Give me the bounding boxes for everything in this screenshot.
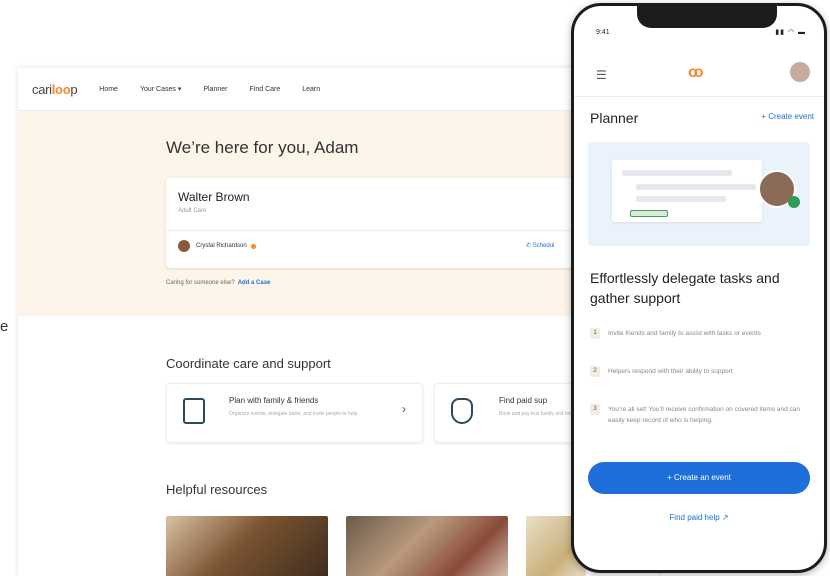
clipboard-icon <box>183 398 205 424</box>
tile-desc: Organize events, delegate tasks, and inv… <box>229 411 358 417</box>
create-event-button[interactable]: + Create an event <box>588 462 810 494</box>
resources-section-title: Helpful resources <box>166 482 268 497</box>
nav-your-cases[interactable]: Your Cases ▾ <box>140 85 181 93</box>
nav-learn[interactable]: Learn <box>302 86 320 93</box>
nav-find-care[interactable]: Find Care <box>250 86 281 93</box>
schedule-label: Schedul <box>532 243 555 249</box>
check-icon <box>788 196 800 208</box>
find-paid-help-link[interactable]: Find paid help ↗ <box>574 513 824 522</box>
step-number: 2 <box>590 366 600 377</box>
brand-logo-icon: oo <box>688 64 703 81</box>
illustration-tag <box>630 210 668 217</box>
chevron-down-icon: ▾ <box>177 86 182 93</box>
chevron-right-icon: › <box>402 402 406 416</box>
logo[interactable]: cariloop <box>32 81 78 97</box>
status-dot-icon <box>250 243 256 249</box>
signal-battery-icon: ▮▮ ◠ ▬ <box>775 29 806 36</box>
create-event-link[interactable]: + Create event <box>761 112 814 121</box>
status-time: 9:41 <box>596 29 610 36</box>
menu-icon[interactable]: ☰ <box>596 68 607 82</box>
step-number: 3 <box>590 404 600 415</box>
planner-headline: Effortlessly delegate tasks and gather s… <box>590 270 780 306</box>
illustration-bar <box>636 196 726 202</box>
illustration-bar <box>636 184 756 190</box>
case-card[interactable]: Walter Brown Adult Care Crystal Richards… <box>166 178 636 268</box>
caregiver-row[interactable]: Crystal Richardson <box>178 240 256 252</box>
desktop-window: cariloop Home Your Cases ▾ Planner Find … <box>18 68 658 576</box>
phone-header: ☰ oo <box>574 50 824 97</box>
tile-title: Find paid sup <box>499 396 548 405</box>
nav-home[interactable]: Home <box>99 86 118 93</box>
coordinate-section-title: Coordinate care and support <box>166 356 331 371</box>
case-name: Walter Brown <box>178 190 250 204</box>
add-case-row: Caring for someone else? Add a Case <box>166 280 270 286</box>
desktop-nav: cariloop Home Your Cases ▾ Planner Find … <box>18 68 658 111</box>
phone-icon: ✆ <box>526 243 533 249</box>
page-edge-text: e <box>0 318 9 335</box>
greeting-heading: We’re here for you, Adam <box>166 138 359 157</box>
resource-image[interactable] <box>166 516 328 576</box>
logo-text: cari <box>32 81 52 97</box>
page-title: Planner <box>590 110 639 126</box>
step-item: 1 Invite friends and family to assist wi… <box>590 328 814 339</box>
shield-search-icon <box>451 398 473 424</box>
step-text: You’re all set! You’ll receive confirmat… <box>608 406 800 424</box>
logo-text-end: p <box>70 81 78 97</box>
step-number: 1 <box>590 328 600 339</box>
caregiver-name: Crystal Richardson <box>196 243 247 249</box>
step-item: 3 You’re all set! You’ll receive confirm… <box>590 404 814 426</box>
resource-image[interactable] <box>346 516 508 576</box>
phone-notch <box>637 6 777 28</box>
plan-with-family-tile[interactable]: Plan with family & friends Organize even… <box>166 383 423 443</box>
illustration-bar <box>622 170 732 176</box>
add-case-link[interactable]: Add a Case <box>238 280 271 286</box>
schedule-link[interactable]: ✆ Schedul <box>526 242 554 249</box>
nav-planner[interactable]: Planner <box>203 86 227 93</box>
case-divider <box>166 230 636 231</box>
planner-illustration <box>588 142 810 246</box>
step-text: Invite friends and family to assist with… <box>608 330 761 337</box>
step-text: Helpers respond with their ability to su… <box>608 368 733 375</box>
illustration-card <box>612 160 762 222</box>
tile-title: Plan with family & friends <box>229 396 319 405</box>
nav-your-cases-label: Your Cases <box>139 86 176 93</box>
case-type: Adult Care <box>178 208 207 214</box>
phone-mockup: 9:41 ▮▮ ◠ ▬ ☰ oo Planner + Create event … <box>571 3 827 573</box>
logo-accent: loo <box>51 81 71 97</box>
step-item: 2 Helpers respond with their ability to … <box>590 366 814 377</box>
avatar[interactable] <box>790 62 810 82</box>
avatar <box>178 240 190 252</box>
add-case-prompt: Caring for someone else? <box>166 280 235 286</box>
